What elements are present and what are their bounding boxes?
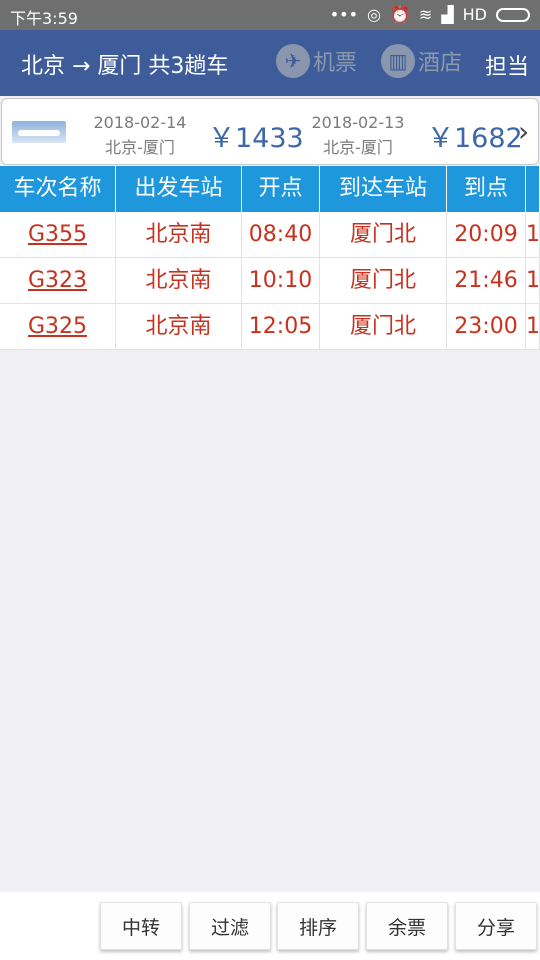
flights-label: 机票 <box>313 51 358 76</box>
status-bar: 下午3:59 ••• ◎ ⏰ ≋ ▟ HD <box>0 0 540 30</box>
app-header: 北京 → 厦门 共3趟车 ✈ 机票 ▥ 酒店 担当 <box>0 30 540 96</box>
extra-nav-label[interactable]: 担当 <box>485 49 529 81</box>
offer-date: 2018-02-14 <box>93 113 187 132</box>
airplane-icon: ✈ <box>276 44 310 78</box>
arrive-time: 21:46 <box>447 258 526 303</box>
chevron-right-icon[interactable]: › <box>518 115 529 148</box>
hotel-label: 酒店 <box>418 51 463 76</box>
overflow-cell: 1 <box>526 258 540 303</box>
offer-price[interactable]: ￥1433 <box>208 116 304 155</box>
arrive-time: 20:09 <box>447 212 526 257</box>
table-row[interactable]: G355 北京南 08:40 厦门北 20:09 1 <box>0 212 540 258</box>
airplane-image <box>12 121 66 143</box>
battery-icon <box>496 7 530 22</box>
share-button[interactable]: 分享 <box>455 902 537 950</box>
column-header-arrive[interactable]: 到点 <box>447 166 526 212</box>
alarm-icon: ⏰ <box>390 5 410 24</box>
offer-route: 北京-厦门 <box>105 138 175 157</box>
column-header-depart[interactable]: 开点 <box>242 166 320 212</box>
status-time: 下午3:59 <box>10 9 78 28</box>
overflow-cell: 1 <box>526 304 540 349</box>
status-icons: ••• ◎ ⏰ ≋ ▟ HD <box>330 5 530 24</box>
table-row[interactable]: G325 北京南 12:05 厦门北 23:00 1 <box>0 304 540 350</box>
train-number-link[interactable]: G325 <box>0 304 116 349</box>
to-station: 厦门北 <box>320 258 447 303</box>
table-row[interactable]: G323 北京南 10:10 厦门北 21:46 1 <box>0 258 540 304</box>
hotel-building-icon: ▥ <box>381 44 415 78</box>
location-icon: ◎ <box>367 5 381 24</box>
to-station: 厦门北 <box>320 304 447 349</box>
arrive-time: 23:00 <box>447 304 526 349</box>
offer-price[interactable]: ￥1682 <box>427 116 523 155</box>
column-header-overflow <box>526 166 540 212</box>
from-station: 北京南 <box>116 304 242 349</box>
more-dots-icon: ••• <box>329 5 359 24</box>
to-station: 厦门北 <box>320 212 447 257</box>
flight-offers-banner[interactable]: 2018-02-14 北京-厦门 ￥1433 2018-02-13 北京-厦门 … <box>1 98 539 165</box>
depart-time: 08:40 <box>242 212 320 257</box>
table-header: 车次名称 出发车站 开点 到达车站 到点 <box>0 166 540 212</box>
network-type: HD <box>462 5 487 24</box>
flight-offer-2[interactable]: 2018-02-13 北京-厦门 <box>308 113 408 158</box>
column-header-to[interactable]: 到达车站 <box>320 166 447 212</box>
from-station: 北京南 <box>116 212 242 257</box>
transfer-button[interactable]: 中转 <box>100 902 182 950</box>
train-table: G355 北京南 08:40 厦门北 20:09 1 G323 北京南 10:1… <box>0 212 540 350</box>
column-header-from[interactable]: 出发车站 <box>116 166 242 212</box>
offer-date: 2018-02-13 <box>311 113 405 132</box>
flight-offer-1[interactable]: 2018-02-14 北京-厦门 <box>90 113 190 158</box>
train-number-link[interactable]: G323 <box>0 258 116 303</box>
route-title: 北京 → 厦门 共3趟车 <box>21 54 229 79</box>
depart-time: 12:05 <box>242 304 320 349</box>
depart-time: 10:10 <box>242 258 320 303</box>
remaining-tickets-button[interactable]: 余票 <box>366 902 448 950</box>
train-number-link[interactable]: G355 <box>0 212 116 257</box>
filter-button[interactable]: 过滤 <box>189 902 271 950</box>
signal-icon: ▟ <box>441 5 454 24</box>
offer-route: 北京-厦门 <box>323 138 393 157</box>
wifi-icon: ≋ <box>418 5 433 24</box>
flights-nav-button[interactable]: ✈ 机票 <box>276 44 357 78</box>
bottom-toolbar: 中转 过滤 排序 余票 分享 <box>0 892 540 960</box>
from-station: 北京南 <box>116 258 242 303</box>
column-header-train[interactable]: 车次名称 <box>0 166 116 212</box>
hotel-nav-button[interactable]: ▥ 酒店 <box>381 44 462 78</box>
overflow-cell: 1 <box>526 212 540 257</box>
sort-button[interactable]: 排序 <box>277 902 359 950</box>
